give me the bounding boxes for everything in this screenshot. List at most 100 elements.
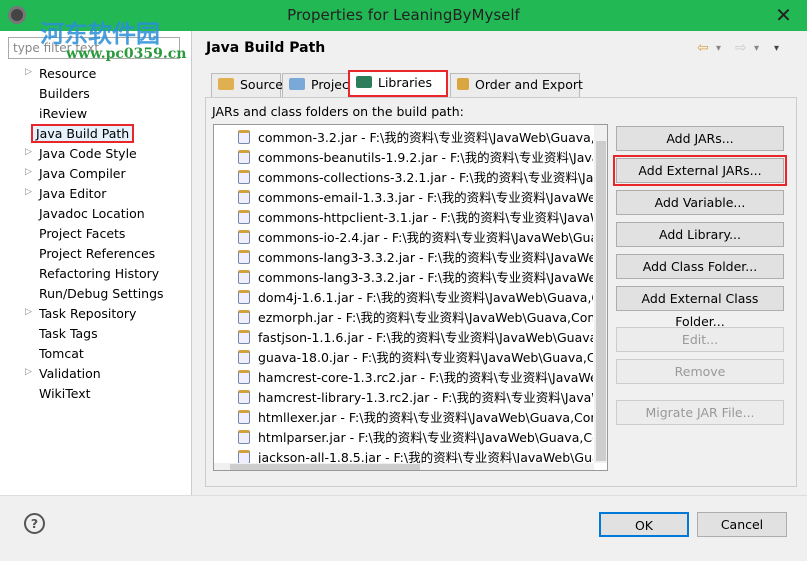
expand-arrow-icon[interactable]: ▷ bbox=[25, 147, 32, 157]
sidebar-item-label: iReview bbox=[39, 106, 88, 121]
sidebar-item[interactable]: Javadoc Location bbox=[0, 204, 190, 224]
sidebar-item[interactable]: Refactoring History bbox=[0, 264, 190, 284]
jar-icon bbox=[238, 130, 250, 144]
forward-arrow-icon[interactable]: ⇨ bbox=[735, 40, 747, 56]
horizontal-scroll-thumb[interactable] bbox=[230, 464, 420, 470]
jar-icon bbox=[238, 210, 250, 224]
add-external-jars-button[interactable]: Add External JARs... bbox=[613, 155, 787, 186]
jar-label: fastjson-1.1.6.jar - F:\我的资料\专业资料\JavaWe… bbox=[258, 330, 593, 345]
jar-icon bbox=[238, 230, 250, 244]
sidebar-item-label: Java Editor bbox=[39, 186, 107, 201]
list-item[interactable]: dom4j-1.6.1.jar - F:\我的资料\专业资料\JavaWeb\G… bbox=[238, 287, 593, 307]
vertical-scroll-thumb[interactable] bbox=[596, 141, 606, 461]
add-external-class-folder-button[interactable]: Add External Class Folder... bbox=[616, 286, 784, 329]
tab-libraries[interactable]: Libraries bbox=[348, 70, 448, 97]
sidebar-item[interactable]: ▷ Task Repository bbox=[0, 304, 190, 324]
list-item[interactable]: hamcrest-library-1.3.rc2.jar - F:\我的资料\专… bbox=[238, 387, 593, 407]
sidebar-item-label: Builders bbox=[39, 86, 90, 101]
jar-icon bbox=[238, 190, 250, 204]
order-export-icon bbox=[457, 78, 469, 90]
tab-order-and-export[interactable]: Order and Export bbox=[450, 73, 583, 97]
jar-label: ezmorph.jar - F:\我的资料\专业资料\JavaWeb\Guava… bbox=[258, 310, 593, 325]
sidebar-item[interactable]: Run/Debug Settings bbox=[0, 284, 190, 304]
expand-arrow-icon[interactable]: ▷ bbox=[25, 167, 32, 177]
sidebar-item[interactable]: ▷ Resource bbox=[0, 64, 190, 84]
expand-arrow-icon[interactable]: ▷ bbox=[25, 67, 32, 77]
sidebar-item[interactable]: Task Tags bbox=[0, 324, 190, 344]
help-icon[interactable]: ? bbox=[24, 513, 45, 534]
expand-arrow-icon[interactable]: ▷ bbox=[25, 367, 32, 377]
list-item[interactable]: commons-lang3-3.3.2.jar - F:\我的资料\专业资料\J… bbox=[238, 247, 593, 267]
add-library-button[interactable]: Add Library... bbox=[616, 222, 784, 247]
sidebar-item-label: Run/Debug Settings bbox=[39, 286, 164, 301]
sidebar-item[interactable]: ▷ Java Compiler bbox=[0, 164, 190, 184]
add-jars-button[interactable]: Add JARs... bbox=[616, 126, 784, 151]
sidebar-item-label: Task Repository bbox=[39, 306, 137, 321]
expand-arrow-icon[interactable]: ▷ bbox=[25, 307, 32, 317]
list-item[interactable]: commons-collections-3.2.1.jar - F:\我的资料\… bbox=[238, 167, 593, 187]
jar-label: commons-beanutils-1.9.2.jar - F:\我的资料\专业… bbox=[258, 150, 593, 165]
sidebar-item[interactable]: Java Build Path bbox=[0, 124, 190, 144]
list-item[interactable]: common-3.2.jar - F:\我的资料\专业资料\JavaWeb\Gu… bbox=[238, 127, 593, 147]
list-item[interactable]: commons-beanutils-1.9.2.jar - F:\我的资料\专业… bbox=[238, 147, 593, 167]
sidebar-item[interactable]: ▷ Java Editor bbox=[0, 184, 190, 204]
tab-projects[interactable]: Projects bbox=[282, 73, 360, 97]
sidebar-item[interactable]: Project Facets bbox=[0, 224, 190, 244]
sidebar-item-label: WikiText bbox=[39, 386, 91, 401]
jar-icon bbox=[238, 330, 250, 344]
migrate-jar-file-button: Migrate JAR File... bbox=[616, 400, 784, 425]
add-variable-button[interactable]: Add Variable... bbox=[616, 190, 784, 215]
sidebar-item-label: Java Code Style bbox=[39, 146, 137, 161]
tab-source[interactable]: Source bbox=[211, 73, 283, 97]
divider bbox=[0, 495, 807, 496]
sidebar-item[interactable]: Tomcat bbox=[0, 344, 190, 364]
sidebar-item-label: Refactoring History bbox=[39, 266, 160, 281]
sidebar-item[interactable]: ▷ Validation bbox=[0, 364, 190, 384]
list-item[interactable]: htmlparser.jar - F:\我的资料\专业资料\JavaWeb\Gu… bbox=[238, 427, 593, 447]
sidebar-item[interactable]: iReview bbox=[0, 104, 190, 124]
cancel-button[interactable]: Cancel bbox=[697, 512, 787, 537]
watermark-logo: 河东软件园 bbox=[40, 19, 160, 48]
sidebar-item-label: Validation bbox=[39, 366, 101, 381]
ok-button[interactable]: OK bbox=[599, 512, 689, 537]
sidebar-item[interactable]: Builders bbox=[0, 84, 190, 104]
back-arrow-icon[interactable]: ⇦ bbox=[697, 40, 709, 56]
view-menu-icon[interactable]: ▾ bbox=[774, 43, 779, 54]
list-item[interactable]: ezmorph.jar - F:\我的资料\专业资料\JavaWeb\Guava… bbox=[238, 307, 593, 327]
jar-icon bbox=[238, 350, 250, 364]
forward-dropdown-icon[interactable]: ▾ bbox=[754, 43, 759, 54]
jar-icon bbox=[238, 430, 250, 444]
jar-icon bbox=[238, 150, 250, 164]
expand-arrow-icon[interactable]: ▷ bbox=[25, 187, 32, 197]
list-item[interactable]: fastjson-1.1.6.jar - F:\我的资料\专业资料\JavaWe… bbox=[238, 327, 593, 347]
jar-label: commons-httpclient-3.1.jar - F:\我的资料\专业资… bbox=[258, 210, 593, 225]
jar-icon bbox=[238, 290, 250, 304]
list-item[interactable]: commons-io-2.4.jar - F:\我的资料\专业资料\JavaWe… bbox=[238, 227, 593, 247]
list-item[interactable]: htmllexer.jar - F:\我的资料\专业资料\JavaWeb\Gua… bbox=[238, 407, 593, 427]
back-dropdown-icon[interactable]: ▾ bbox=[716, 43, 721, 54]
sidebar-item-label: Project References bbox=[39, 246, 156, 261]
jar-icon bbox=[238, 370, 250, 384]
list-item[interactable]: commons-email-1.3.3.jar - F:\我的资料\专业资料\J… bbox=[238, 187, 593, 207]
list-item[interactable]: commons-httpclient-3.1.jar - F:\我的资料\专业资… bbox=[238, 207, 593, 227]
jar-label: hamcrest-library-1.3.rc2.jar - F:\我的资料\专… bbox=[258, 390, 593, 405]
list-item[interactable]: guava-18.0.jar - F:\我的资料\专业资料\JavaWeb\Gu… bbox=[238, 347, 593, 367]
sidebar-item[interactable]: Project References bbox=[0, 244, 190, 264]
sidebar-item-label: Resource bbox=[39, 66, 97, 81]
list-item[interactable]: commons-lang3-3.3.2.jar - F:\我的资料\专业资料\J… bbox=[238, 267, 593, 287]
list-item[interactable]: hamcrest-core-1.3.rc2.jar - F:\我的资料\专业资料… bbox=[238, 367, 593, 387]
jar-icon bbox=[238, 270, 250, 284]
remove-button: Remove bbox=[616, 359, 784, 384]
jar-label: guava-18.0.jar - F:\我的资料\专业资料\JavaWeb\Gu… bbox=[258, 350, 593, 365]
libraries-list[interactable]: common-3.2.jar - F:\我的资料\专业资料\JavaWeb\Gu… bbox=[213, 124, 608, 471]
sidebar-item[interactable]: WikiText bbox=[0, 384, 190, 404]
jar-label: htmllexer.jar - F:\我的资料\专业资料\JavaWeb\Gua… bbox=[258, 410, 593, 425]
add-class-folder-button[interactable]: Add Class Folder... bbox=[616, 254, 784, 279]
sidebar-item-label: Task Tags bbox=[39, 326, 98, 341]
close-button[interactable]: ✕ bbox=[760, 0, 807, 31]
sidebar-item-label: Java Compiler bbox=[39, 166, 126, 181]
jar-icon bbox=[238, 170, 250, 184]
sidebar-item[interactable]: ▷ Java Code Style bbox=[0, 144, 190, 164]
page-title: Java Build Path bbox=[206, 40, 326, 56]
jar-label: common-3.2.jar - F:\我的资料\专业资料\JavaWeb\Gu… bbox=[258, 130, 593, 145]
